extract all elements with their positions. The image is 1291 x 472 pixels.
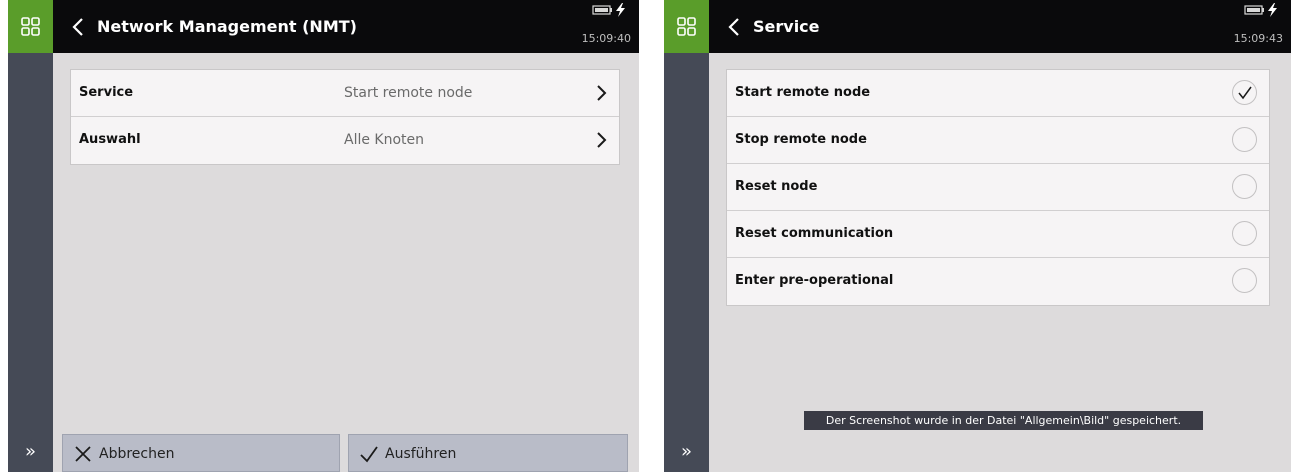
nmt-screen: Network Management (NMT) 15:09:40 » Serv… — [8, 0, 639, 472]
option-label: Enter pre-operational — [735, 273, 894, 288]
expand-sidebar-button[interactable]: » — [664, 432, 709, 472]
expand-sidebar-button[interactable]: » — [8, 432, 53, 472]
settings-list: Service Start remote node Auswahl Alle K… — [70, 69, 620, 165]
battery-icon — [1244, 5, 1264, 15]
x-icon — [75, 446, 91, 462]
radio-unselected[interactable] — [1232, 174, 1257, 199]
header-bar: Service 15:09:43 — [664, 0, 1291, 53]
double-chevron-right-icon: » — [680, 441, 692, 462]
row-value: Start remote node — [344, 85, 473, 101]
service-row[interactable]: Service Start remote node — [71, 70, 619, 117]
grid-icon — [21, 17, 40, 36]
option-label: Stop remote node — [735, 132, 867, 147]
auswahl-row[interactable]: Auswahl Alle Knoten — [71, 117, 619, 164]
lightning-icon — [616, 3, 625, 17]
chevron-right-icon — [597, 85, 607, 101]
status-icons — [1244, 3, 1277, 17]
checkmark-icon — [360, 446, 378, 463]
cancel-button[interactable]: Abbrechen — [62, 434, 340, 472]
page-title: Service — [753, 17, 820, 36]
sidebar: » — [8, 53, 53, 472]
checkmark-icon — [1238, 86, 1252, 100]
radio-unselected[interactable] — [1232, 127, 1257, 152]
app-menu-button[interactable] — [8, 0, 53, 53]
screenshot-saved-toast: Der Screenshot wurde in der Datei "Allge… — [804, 411, 1203, 430]
radio-unselected[interactable] — [1232, 221, 1257, 246]
option-start-remote-node[interactable]: Start remote node — [727, 70, 1269, 117]
chevron-right-icon — [597, 132, 607, 148]
double-chevron-right-icon: » — [24, 441, 36, 462]
clock: 15:09:43 — [1233, 32, 1283, 45]
lightning-icon — [1268, 3, 1277, 17]
status-icons — [592, 3, 625, 17]
row-label: Service — [79, 85, 134, 100]
app-menu-button[interactable] — [664, 0, 709, 53]
cancel-label: Abbrechen — [99, 446, 175, 462]
service-screen: Service 15:09:43 » Start remote node Sto… — [664, 0, 1291, 472]
sidebar: » — [664, 53, 709, 472]
clock: 15:09:40 — [581, 32, 631, 45]
option-reset-node[interactable]: Reset node — [727, 164, 1269, 211]
radio-unselected[interactable] — [1232, 268, 1257, 293]
back-button[interactable] — [725, 15, 745, 39]
option-enter-pre-operational[interactable]: Enter pre-operational — [727, 258, 1269, 305]
radio-selected[interactable] — [1232, 80, 1257, 105]
row-label: Auswahl — [79, 132, 141, 147]
execute-button[interactable]: Ausführen — [348, 434, 628, 472]
header-bar: Network Management (NMT) 15:09:40 — [8, 0, 639, 53]
row-value: Alle Knoten — [344, 132, 425, 148]
option-label: Reset node — [735, 179, 818, 194]
option-label: Start remote node — [735, 85, 871, 100]
service-options-list: Start remote node Stop remote node Reset… — [726, 69, 1270, 306]
option-reset-communication[interactable]: Reset communication — [727, 211, 1269, 258]
execute-label: Ausführen — [385, 446, 457, 462]
battery-icon — [592, 5, 612, 15]
page-title: Network Management (NMT) — [97, 17, 357, 36]
option-label: Reset communication — [735, 226, 894, 241]
back-button[interactable] — [69, 15, 89, 39]
grid-icon — [677, 17, 696, 36]
option-stop-remote-node[interactable]: Stop remote node — [727, 117, 1269, 164]
